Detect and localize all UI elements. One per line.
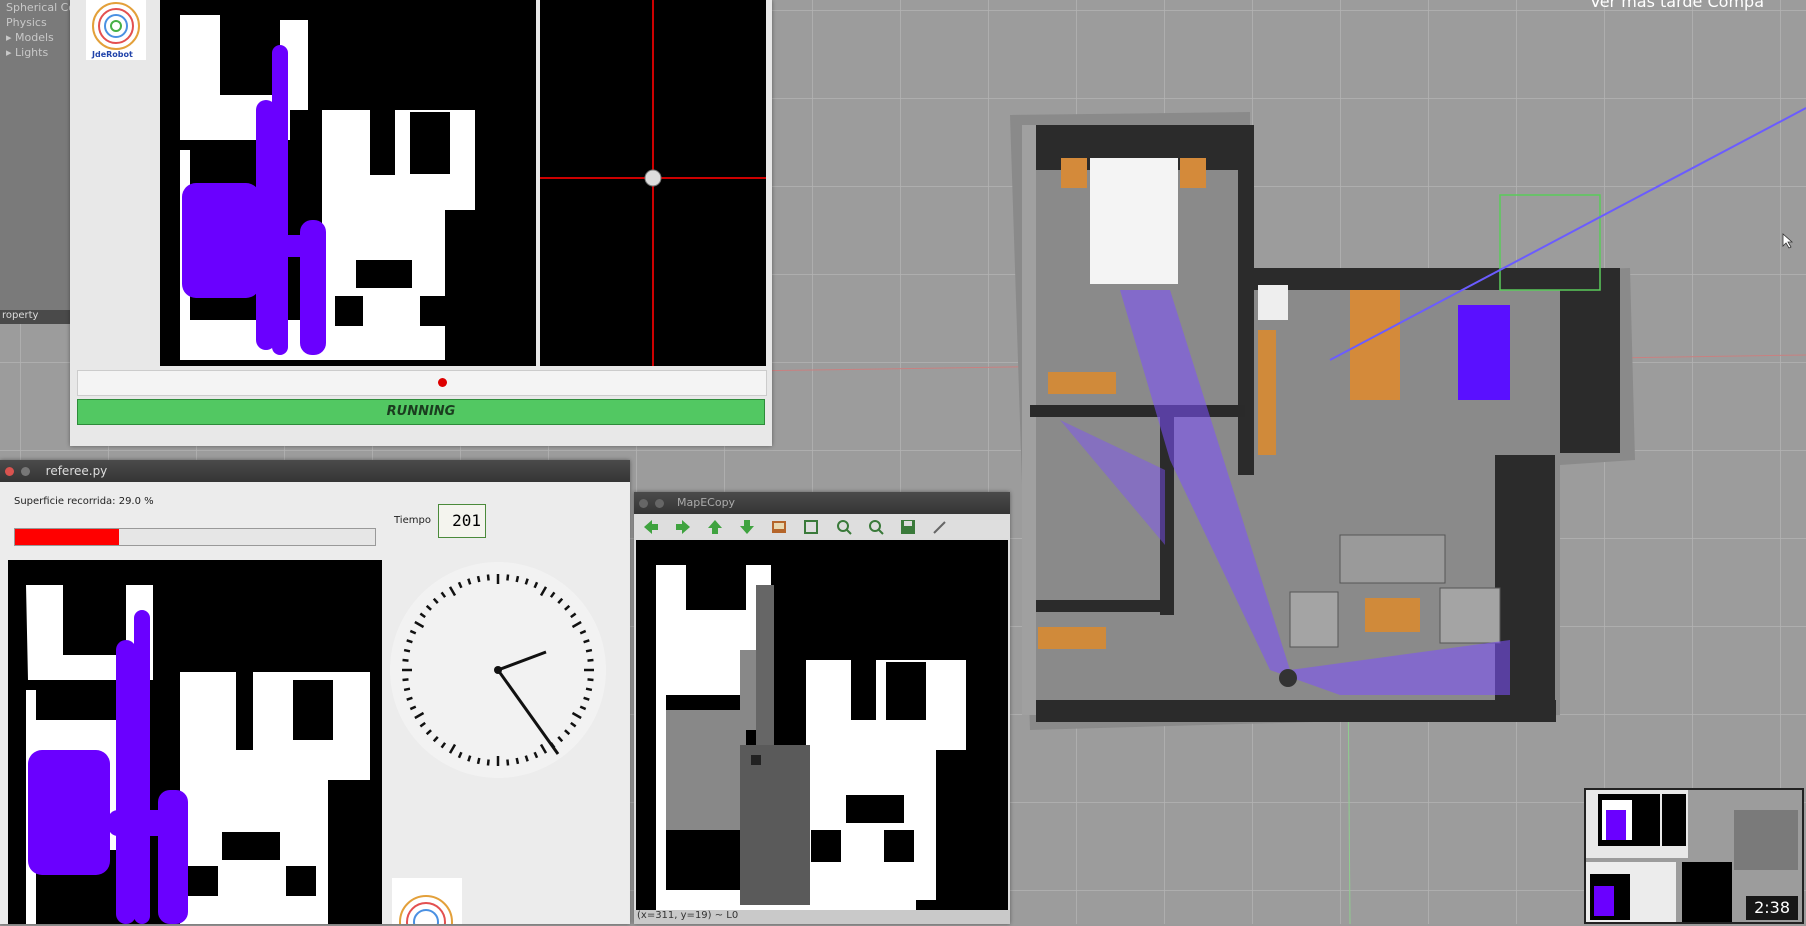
clock-tick bbox=[402, 658, 409, 662]
property-panel-label: roperty bbox=[0, 310, 74, 324]
close-icon[interactable] bbox=[5, 467, 14, 476]
map-statusbar: (x=311, y=19) ~ L0 bbox=[634, 910, 1010, 924]
coverage-progress-bar bbox=[14, 528, 376, 546]
jderobot-gui-window: JdeRobot RUNNING bbox=[70, 0, 772, 446]
minimize-icon[interactable] bbox=[654, 498, 664, 508]
clock-tick bbox=[486, 574, 490, 581]
clock-tick bbox=[585, 648, 593, 653]
clock-tick bbox=[583, 696, 590, 701]
jderobot-logo-text: JdeRobot bbox=[92, 50, 133, 59]
clock-tick bbox=[585, 687, 593, 692]
coverage-map bbox=[160, 0, 536, 366]
referee-titlebar[interactable]: referee.py bbox=[0, 460, 630, 482]
clock-tick bbox=[524, 755, 529, 762]
minimize-icon[interactable] bbox=[20, 467, 30, 476]
clock-tick bbox=[587, 658, 594, 662]
jderobot-logo-small-icon bbox=[392, 878, 462, 924]
clock-tick bbox=[486, 759, 490, 766]
teleoperator-dot[interactable] bbox=[438, 378, 447, 387]
sidebar-item[interactable]: ▸ Models bbox=[0, 30, 72, 45]
coverage-progress-fill bbox=[15, 529, 120, 545]
map-toolbar bbox=[634, 514, 1010, 538]
clock-tick bbox=[524, 578, 529, 585]
clock-tick bbox=[476, 757, 481, 765]
arrow-down-icon[interactable] bbox=[738, 518, 756, 536]
teleoperator-bar[interactable] bbox=[77, 370, 767, 396]
arrow-up-icon[interactable] bbox=[706, 518, 724, 536]
gazebo-sidebar: Spherical Co Physics ▸ Models ▸ Lights bbox=[0, 0, 75, 320]
fit-icon[interactable] bbox=[802, 518, 820, 536]
coverage-label: Superficie recorrida: 29.0 % bbox=[14, 496, 154, 507]
running-status-bar[interactable]: RUNNING bbox=[77, 399, 765, 425]
map-window: MapECopy (x=311, y=19) ~ L0 bbox=[634, 492, 1010, 924]
clock-tick bbox=[406, 639, 413, 644]
clock-tick bbox=[467, 755, 472, 762]
referee-coverage-map bbox=[8, 560, 382, 924]
clock-tick bbox=[403, 648, 411, 653]
video-overlay-text: Ver más tarde Compa bbox=[1590, 0, 1764, 11]
map-view[interactable] bbox=[636, 540, 1008, 910]
clock-tick bbox=[403, 687, 411, 692]
map-title: MapECopy bbox=[677, 496, 736, 509]
clock-tick bbox=[467, 578, 472, 585]
settings-icon[interactable] bbox=[931, 518, 949, 536]
sidebar-item[interactable]: ▸ Lights bbox=[0, 45, 72, 60]
clock-tick bbox=[587, 678, 594, 682]
zoom-out-icon[interactable] bbox=[867, 518, 885, 536]
video-thumbnail[interactable]: 2:38 bbox=[1584, 788, 1804, 924]
video-duration-badge: 2:38 bbox=[1746, 896, 1798, 920]
time-label: Tiempo bbox=[394, 515, 431, 526]
clock-tick bbox=[515, 757, 520, 765]
mouse-cursor-icon bbox=[1782, 233, 1794, 249]
map-titlebar[interactable]: MapECopy bbox=[634, 492, 1010, 514]
close-icon[interactable] bbox=[639, 498, 648, 508]
arrow-right-icon[interactable] bbox=[674, 518, 692, 536]
clock-tick bbox=[506, 574, 510, 581]
time-display: 201 bbox=[438, 504, 486, 538]
sidebar-item[interactable]: Spherical Co bbox=[0, 0, 75, 15]
clock-tick bbox=[515, 575, 520, 583]
camera-view bbox=[540, 0, 766, 366]
zoom-in-icon[interactable] bbox=[835, 518, 853, 536]
clock-tick bbox=[506, 759, 510, 766]
save-icon[interactable] bbox=[899, 518, 917, 536]
clock-tick bbox=[476, 575, 481, 583]
clock-tick bbox=[406, 696, 413, 701]
clock-tick bbox=[583, 639, 590, 644]
analog-clock bbox=[390, 562, 606, 778]
save-image-icon[interactable] bbox=[770, 518, 788, 536]
sidebar-item[interactable]: Physics bbox=[0, 15, 72, 30]
referee-title: referee.py bbox=[45, 464, 108, 478]
referee-window: referee.py Superficie recorrida: 29.0 % … bbox=[0, 460, 630, 924]
clock-tick bbox=[402, 678, 409, 682]
arrow-left-icon[interactable] bbox=[642, 518, 660, 536]
